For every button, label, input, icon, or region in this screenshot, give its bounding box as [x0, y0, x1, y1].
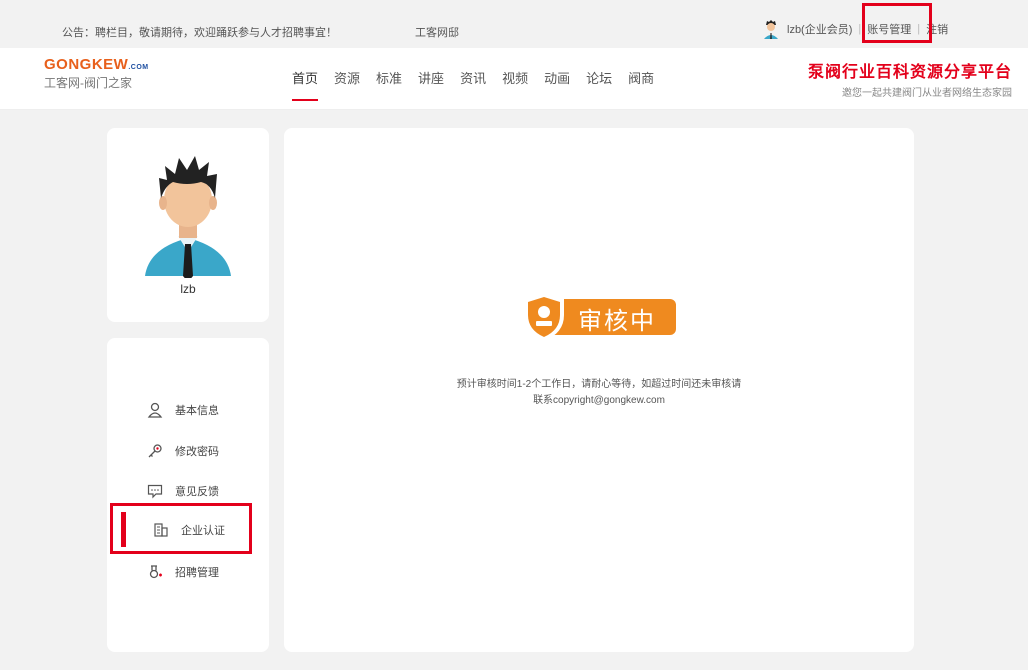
main-nav: 首页 资源 标准 讲座 资讯 视频 动画 论坛 阀商: [292, 68, 654, 101]
username-link[interactable]: lzb(企业会员): [787, 21, 852, 37]
sidebar-item-change-password[interactable]: 修改密码: [147, 443, 219, 459]
nav-item-forum[interactable]: 论坛: [586, 68, 612, 101]
nav-item-news[interactable]: 资讯: [460, 68, 486, 101]
sidebar-item-basic-info[interactable]: 基本信息: [147, 402, 219, 418]
sidebar-item-label: 意见反馈: [175, 486, 219, 498]
key-icon: [147, 443, 163, 459]
status-badge: 审核中: [520, 291, 680, 343]
nav-item-standards[interactable]: 标准: [376, 68, 402, 101]
recruit-icon: [147, 564, 163, 580]
header-slogan: 泵阀行业百科资源分享平台 邀您一起共建阀门从业者网络生态家园: [808, 58, 1012, 99]
sidebar-item-label: 招聘管理: [175, 567, 219, 579]
sidebar-item-label: 基本信息: [175, 405, 219, 417]
nav-item-lectures[interactable]: 讲座: [418, 68, 444, 101]
announcement-text: 公告：聘栏目，敬请期待，欢迎踊跃参与人才招聘事宜！: [62, 27, 337, 39]
profile-username: lzb: [180, 282, 196, 296]
sidebar-item-feedback[interactable]: 意见反馈: [147, 483, 219, 499]
nav-item-animations[interactable]: 动画: [544, 68, 570, 101]
slogan-subtitle: 邀您一起共建阀门从业者网络生态家园: [842, 88, 1012, 99]
logo-com: .COM: [128, 64, 149, 71]
account-management-highlight: [862, 3, 932, 43]
enterprise-cert-highlight: [110, 503, 252, 554]
sidebar-item-label: 修改密码: [175, 446, 219, 458]
nav-item-videos[interactable]: 视频: [502, 68, 528, 101]
site-name[interactable]: 工客网邸: [415, 24, 459, 40]
user-icon: [147, 402, 163, 418]
nav-item-home[interactable]: 首页: [292, 68, 319, 101]
slogan-title: 泵阀行业百科资源分享平台: [807, 64, 1012, 81]
logo-brand: GONGKEW: [44, 56, 129, 73]
shield-icon: [524, 293, 564, 341]
logo-subtitle: 工客网-阀门之家: [44, 76, 132, 90]
profile-card: lzb: [107, 128, 269, 322]
site-logo[interactable]: GONGKEW.COM 工客网-阀门之家: [44, 56, 149, 91]
avatar[interactable]: [141, 148, 235, 278]
nav-item-vendors[interactable]: 阀商: [628, 68, 654, 101]
review-note: 预计审核时间1-2个工作日，请耐心等待，如超过时间还未审核请 联系copyrig…: [428, 377, 770, 409]
review-note-line2: 联系copyright@gongkew.com: [533, 395, 665, 406]
site-header: GONGKEW.COM 工客网-阀门之家 首页 资源 标准 讲座 资讯 视频 动…: [0, 48, 1028, 110]
main-panel: 审核中 预计审核时间1-2个工作日，请耐心等待，如超过时间还未审核请 联系cop…: [284, 128, 914, 652]
separator: |: [858, 23, 862, 35]
sidebar-menu: 基本信息 修改密码 意见反馈 企业认证 招聘管理: [107, 338, 269, 652]
sidebar-item-recruitment[interactable]: 招聘管理: [147, 564, 219, 580]
nav-item-resources[interactable]: 资源: [334, 68, 360, 101]
feedback-icon: [147, 483, 163, 499]
user-avatar-icon[interactable]: [762, 19, 780, 39]
review-note-line1: 预计审核时间1-2个工作日，请耐心等待，如超过时间还未审核请: [456, 379, 742, 390]
status-label: 审核中: [578, 308, 656, 335]
